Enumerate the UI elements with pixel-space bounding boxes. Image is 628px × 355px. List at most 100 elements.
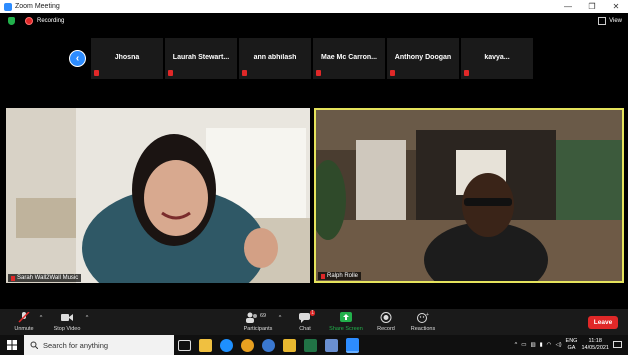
share-screen-button[interactable]: Share Screen — [326, 312, 366, 332]
unmute-button[interactable]: Unmute — [10, 311, 38, 332]
security-shield-icon[interactable] — [8, 17, 15, 25]
chevron-up-icon[interactable]: ^ — [515, 342, 518, 348]
view-button[interactable]: View — [598, 17, 622, 25]
chat-label: Chat — [299, 326, 311, 332]
chevron-up-icon: ^ — [278, 315, 282, 321]
video-camera-icon — [60, 312, 74, 323]
video-participant-name: Ralph Rolle — [327, 273, 359, 279]
usb-icon[interactable]: ▮ — [540, 342, 543, 348]
recording-icon — [25, 17, 33, 25]
participant-name: Laurah Stewart... — [172, 54, 230, 61]
recording-label: Recording — [37, 18, 65, 24]
search-placeholder: Search for anything — [43, 340, 109, 350]
participants-options-button[interactable]: ^ — [277, 315, 283, 321]
participants-label: Participants — [243, 326, 273, 332]
participant-name: ann abhilash — [253, 54, 297, 61]
record-icon — [379, 312, 393, 323]
mic-muted-icon — [321, 273, 325, 279]
unmute-label: Unmute — [14, 326, 34, 332]
video-name-label: Ralph Rolle — [318, 272, 362, 280]
stop-video-button[interactable]: Stop Video — [50, 312, 84, 332]
network-icon[interactable]: ▥ — [530, 342, 535, 348]
sticky-notes-icon[interactable] — [283, 338, 296, 352]
mic-muted-icon — [94, 70, 99, 76]
close-button[interactable]: ✕ — [604, 2, 628, 11]
wifi-icon[interactable]: ◠ — [547, 342, 552, 348]
participant-tile[interactable]: Jhosna — [91, 38, 163, 79]
participant-tile[interactable]: kavya... — [461, 38, 533, 79]
meeting-topbar: Recording View — [0, 13, 628, 29]
minimize-button[interactable]: — — [556, 2, 580, 11]
clock[interactable]: 11:18 14/05/2021 — [581, 338, 609, 352]
zoom-logo-icon — [4, 2, 12, 11]
windows-start-button[interactable] — [0, 335, 24, 355]
mic-muted-icon — [11, 275, 15, 281]
chat-button[interactable]: 1 Chat — [292, 310, 318, 332]
participant-video-image — [316, 110, 622, 281]
record-label: Record — [377, 326, 395, 332]
chat-icon: 1 — [298, 310, 315, 323]
share-screen-icon — [339, 312, 353, 323]
window-title: Zoom Meeting — [15, 3, 60, 10]
chat-badge: 1 — [310, 310, 315, 316]
windows-taskbar: Search for anything ^ ▭ ▥ ▮ ◠ ◁) ENG GA … — [0, 335, 628, 355]
mic-muted-icon — [390, 70, 395, 76]
keyboard-layout-code: GA — [567, 345, 576, 351]
search-icon — [30, 341, 38, 349]
participant-video-image — [6, 108, 310, 283]
maximize-button[interactable]: ❐ — [580, 2, 604, 11]
reactions-button[interactable]: + Reactions — [406, 312, 440, 332]
video-options-button[interactable]: ^ — [84, 315, 90, 321]
video-name-label: Sarah Wall2Wall Music — [8, 274, 82, 282]
battery-icon[interactable]: ▭ — [521, 342, 526, 348]
taskbar-search-box[interactable]: Search for anything — [24, 335, 174, 355]
svg-text:+: + — [426, 312, 429, 318]
edge-browser-icon[interactable] — [220, 338, 233, 352]
window-controls: — ❐ ✕ — [556, 2, 628, 11]
audio-options-button[interactable]: ^ — [38, 315, 44, 321]
file-explorer-icon[interactable] — [199, 338, 212, 352]
system-tray: ^ ▭ ▥ ▮ ◠ ◁) ENG GA 11:18 14/05/2021 — [515, 338, 628, 352]
participant-tile[interactable]: Anthony Doogan — [387, 38, 459, 79]
notification-icon[interactable] — [613, 341, 622, 349]
mic-muted-icon — [316, 70, 321, 76]
meeting-controls: Unmute ^ Stop Video ^ 69 Participants ^ … — [0, 309, 628, 337]
participants-icon: 69 — [245, 312, 271, 323]
internet-explorer-icon[interactable] — [262, 338, 275, 352]
participant-name: Jhosna — [114, 54, 140, 61]
mic-muted-icon — [17, 311, 31, 323]
task-view-icon[interactable] — [178, 339, 191, 351]
mic-muted-icon — [242, 70, 247, 76]
leave-button[interactable]: Leave — [588, 316, 618, 329]
mic-muted-icon — [168, 70, 173, 76]
view-label: View — [609, 18, 622, 24]
participant-name: Mae Mc Carron... — [320, 54, 377, 61]
stop-video-label: Stop Video — [53, 326, 81, 332]
language-indicator[interactable]: ENG GA — [566, 338, 578, 352]
participant-tile[interactable]: ann abhilash — [239, 38, 311, 79]
volume-icon[interactable]: ◁) — [555, 342, 561, 348]
chevron-up-icon: ^ — [39, 315, 43, 321]
participant-tile[interactable]: Mae Mc Carron... — [313, 38, 385, 79]
share-screen-label: Share Screen — [329, 326, 363, 332]
language-code: ENG — [565, 338, 578, 344]
participant-name: kavya... — [484, 54, 510, 61]
clock-time: 11:18 — [588, 338, 602, 344]
participants-button[interactable]: 69 Participants — [240, 312, 276, 332]
chevron-left-icon: ‹ — [75, 53, 80, 64]
previous-page-button[interactable]: ‹ — [69, 50, 86, 67]
reactions-label: Reactions — [410, 326, 436, 332]
participant-tile[interactable]: Laurah Stewart... — [165, 38, 237, 79]
photos-icon[interactable] — [325, 338, 338, 352]
windows-logo-icon — [7, 340, 17, 350]
window-titlebar: Zoom Meeting — ❐ ✕ — [0, 0, 628, 13]
video-tile-left[interactable]: Sarah Wall2Wall Music — [6, 108, 310, 283]
record-button[interactable]: Record — [372, 312, 400, 332]
excel-icon[interactable] — [304, 338, 317, 352]
chrome-browser-icon[interactable] — [241, 338, 254, 352]
video-tile-right[interactable]: Ralph Rolle — [314, 108, 624, 283]
mic-muted-icon — [464, 70, 469, 76]
zoom-app-icon[interactable] — [346, 337, 359, 353]
participants-count: 69 — [260, 313, 267, 319]
chevron-up-icon: ^ — [85, 315, 89, 321]
